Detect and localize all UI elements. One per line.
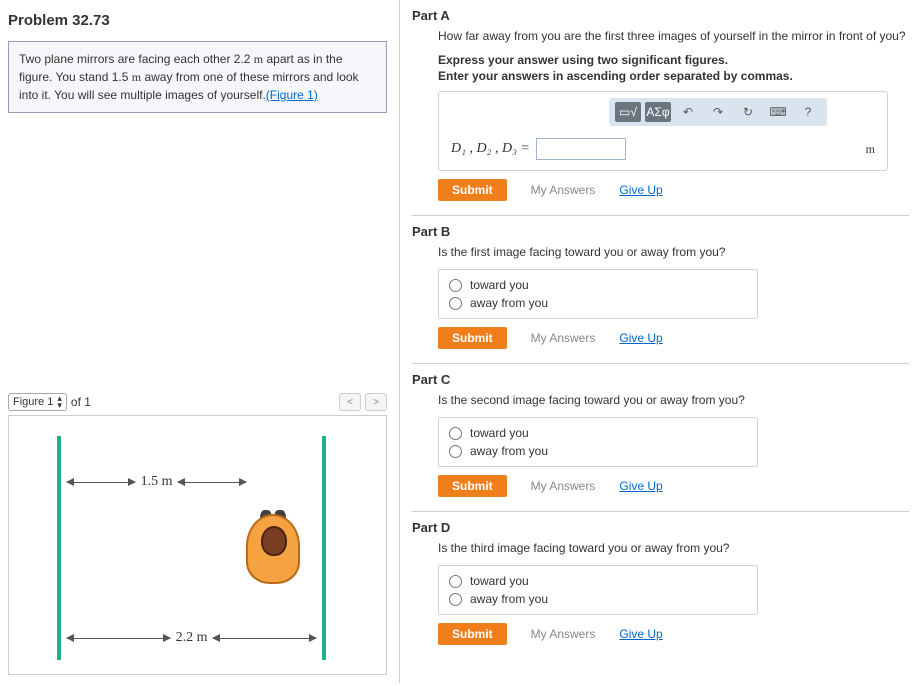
part-b-question: Is the first image facing toward you or … (438, 245, 909, 259)
part-a-hint2: Enter your answers in ascending order se… (438, 69, 909, 83)
help-icon[interactable]: ? (795, 102, 821, 122)
radio-d-1[interactable] (449, 575, 462, 588)
choice-c-1-label: toward you (470, 426, 529, 440)
dim-bottom-label: 2.2 m (170, 630, 214, 646)
undo-icon[interactable]: ↶ (675, 102, 701, 122)
keyboard-icon[interactable]: ⌨ (765, 102, 791, 122)
radio-c-2[interactable] (449, 445, 462, 458)
submit-button[interactable]: Submit (438, 179, 507, 201)
part-c-label: Part C (412, 372, 909, 387)
submit-button[interactable]: Submit (438, 327, 507, 349)
give-up-link[interactable]: Give Up (619, 331, 662, 345)
radio-b-2[interactable] (449, 297, 462, 310)
radio-b-1[interactable] (449, 279, 462, 292)
problem-description: Two plane mirrors are facing each other … (8, 41, 387, 113)
part-d-label: Part D (412, 520, 909, 535)
answer-unit: m (866, 142, 875, 157)
my-answers-link[interactable]: My Answers (531, 183, 596, 197)
part-a-question: How far away from you are the first thre… (438, 29, 909, 43)
reset-icon[interactable]: ↻ (735, 102, 761, 122)
figure-selector[interactable]: Figure 1 ▴▾ (8, 393, 67, 411)
choice-c-away[interactable]: away from you (449, 442, 747, 460)
choice-b-2-label: away from you (470, 296, 548, 310)
choice-panel-d: toward you away from you (438, 565, 758, 615)
desc-text-1: Two plane mirrors are facing each other … (19, 52, 254, 66)
figure-link[interactable]: (Figure 1) (266, 88, 318, 102)
answer-vars: D₁ , D₂ , D₃ = (451, 141, 530, 157)
redo-icon[interactable]: ↷ (705, 102, 731, 122)
part-d: Part D Is the third image facing toward … (412, 512, 909, 659)
unit-m-2: m (132, 70, 141, 84)
give-up-link[interactable]: Give Up (619, 479, 662, 493)
choice-c-toward[interactable]: toward you (449, 424, 747, 442)
choice-d-toward[interactable]: toward you (449, 572, 747, 590)
submit-button[interactable]: Submit (438, 475, 507, 497)
part-b: Part B Is the first image facing toward … (412, 216, 909, 364)
choice-b-toward[interactable]: toward you (449, 276, 747, 294)
figure-prev-button[interactable]: < (339, 393, 361, 411)
radio-c-1[interactable] (449, 427, 462, 440)
answer-panel-a: ▭√ ΑΣφ ↶ ↷ ↻ ⌨ ? D₁ , D₂ , D₃ = m (438, 91, 888, 171)
figure-display: 1.5 m 2.2 m (8, 415, 387, 675)
part-d-question: Is the third image facing toward you or … (438, 541, 909, 555)
part-a: Part A How far away from you are the fir… (412, 0, 909, 216)
part-a-hint1: Express your answer using two significan… (438, 53, 909, 67)
part-a-label: Part A (412, 8, 909, 23)
greek-icon[interactable]: ΑΣφ (645, 102, 671, 122)
dimension-top: 1.5 m (67, 474, 316, 490)
give-up-link[interactable]: Give Up (619, 183, 662, 197)
my-answers-link[interactable]: My Answers (531, 479, 596, 493)
person-icon (238, 496, 308, 596)
updown-icon: ▴▾ (57, 395, 62, 409)
my-answers-link[interactable]: My Answers (531, 331, 596, 345)
give-up-link[interactable]: Give Up (619, 627, 662, 641)
my-answers-link[interactable]: My Answers (531, 627, 596, 641)
choice-d-1-label: toward you (470, 574, 529, 588)
choice-b-1-label: toward you (470, 278, 529, 292)
choice-d-2-label: away from you (470, 592, 548, 606)
choice-panel-b: toward you away from you (438, 269, 758, 319)
figure-selector-label: Figure 1 (13, 396, 53, 408)
part-c-question: Is the second image facing toward you or… (438, 393, 909, 407)
choice-b-away[interactable]: away from you (449, 294, 747, 312)
choice-d-away[interactable]: away from you (449, 590, 747, 608)
problem-title: Problem 32.73 (8, 12, 387, 29)
answer-input-a[interactable] (536, 138, 626, 160)
submit-button[interactable]: Submit (438, 623, 507, 645)
format-toolbar: ▭√ ΑΣφ ↶ ↷ ↻ ⌨ ? (609, 98, 827, 126)
unit-m-1: m (254, 52, 263, 66)
figure-next-button[interactable]: > (365, 393, 387, 411)
dimension-bottom: 2.2 m (67, 630, 316, 646)
part-c: Part C Is the second image facing toward… (412, 364, 909, 512)
part-b-label: Part B (412, 224, 909, 239)
figure-of-text: of 1 (71, 395, 91, 409)
choice-c-2-label: away from you (470, 444, 548, 458)
mirror-left (57, 436, 61, 660)
dim-top-label: 1.5 m (135, 474, 179, 490)
choice-panel-c: toward you away from you (438, 417, 758, 467)
mirror-right (322, 436, 326, 660)
radio-d-2[interactable] (449, 593, 462, 606)
template-icon[interactable]: ▭√ (615, 102, 641, 122)
